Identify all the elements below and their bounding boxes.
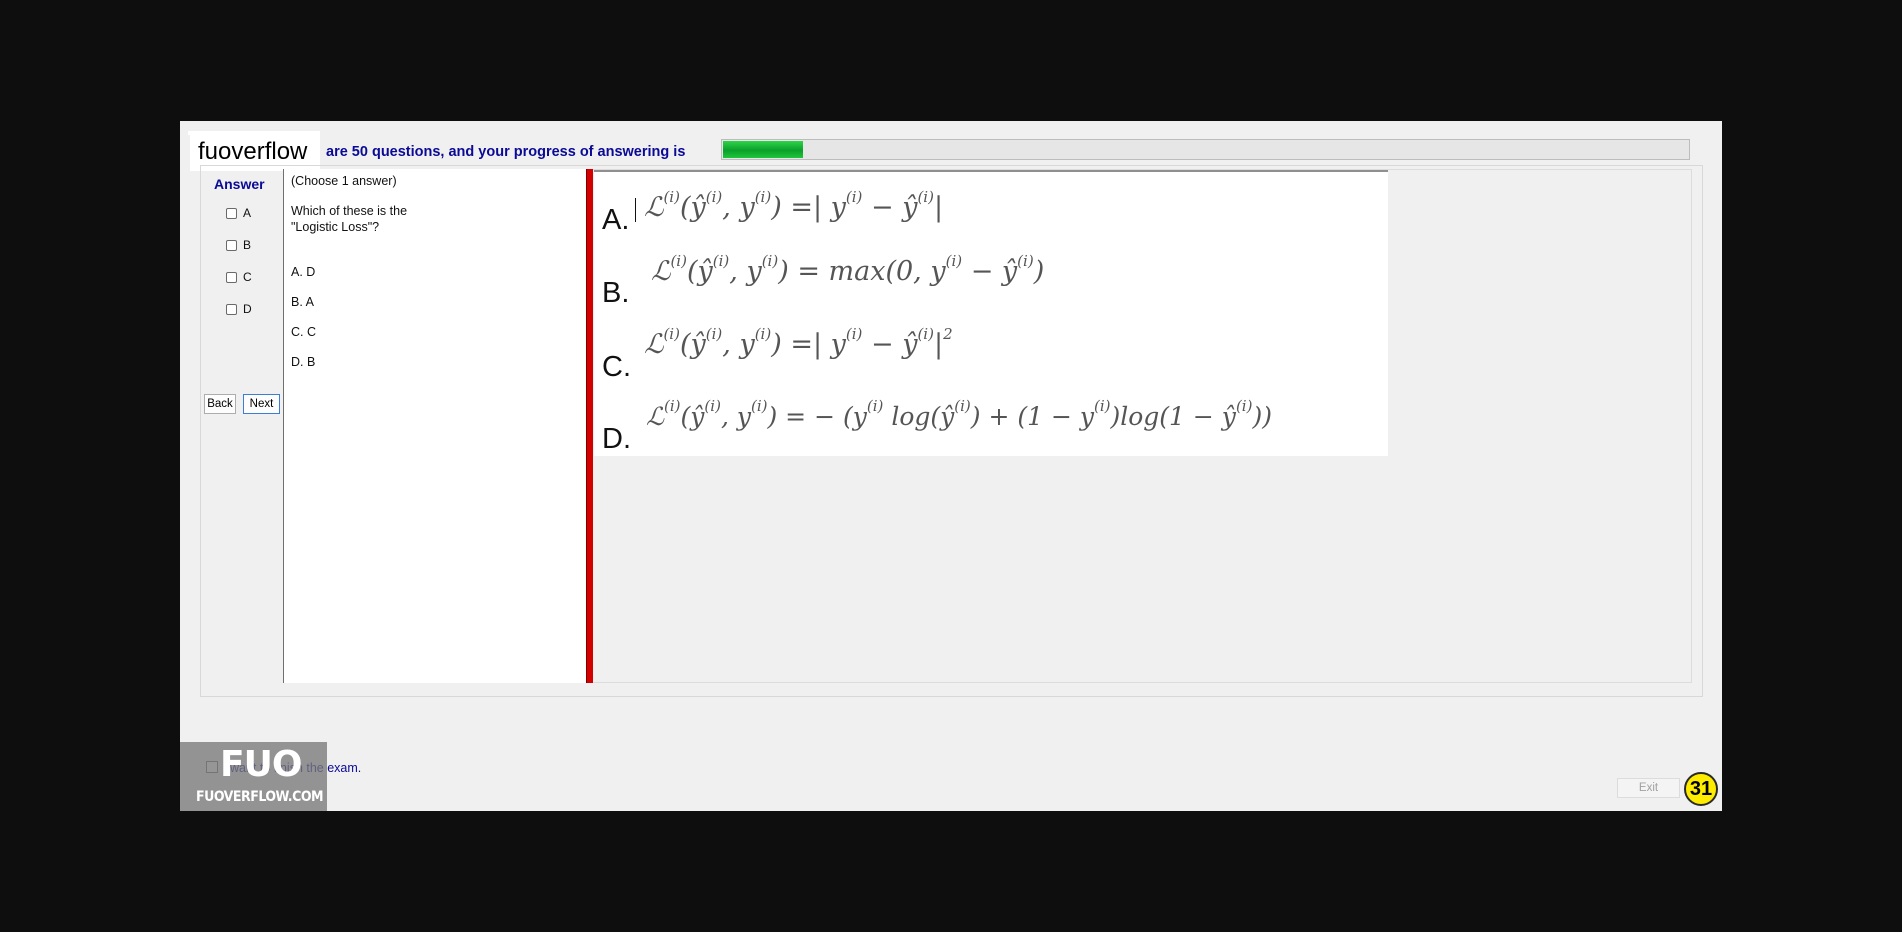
option-b[interactable]: B bbox=[226, 237, 251, 253]
choice-d: D. B bbox=[291, 355, 316, 369]
text-cursor bbox=[635, 198, 636, 222]
option-d-label: D bbox=[243, 302, 252, 316]
question-image: A. ℒ(i)(ŷ(i), y(i)) =| y(i) − ŷ(i)| B. ℒ… bbox=[594, 170, 1388, 456]
answer-title: Answer bbox=[214, 176, 265, 192]
back-button[interactable]: Back bbox=[204, 394, 236, 414]
option-a-checkbox[interactable] bbox=[226, 207, 237, 219]
exit-button[interactable]: Exit bbox=[1617, 778, 1680, 798]
watermark-brand: FUO bbox=[220, 744, 302, 785]
choice-a: A. D bbox=[291, 265, 316, 279]
option-b-label: B bbox=[243, 238, 252, 252]
panel-splitter[interactable] bbox=[586, 169, 593, 683]
timer-badge: 31 bbox=[1684, 772, 1718, 806]
option-a[interactable]: A bbox=[226, 205, 251, 221]
formula-letter-c: C. bbox=[602, 351, 631, 383]
option-d[interactable]: D bbox=[226, 301, 252, 317]
option-c-label: C bbox=[243, 270, 252, 284]
progress-fill bbox=[723, 141, 803, 158]
formula-c: ℒ(i)(ŷ(i), y(i)) =| y(i) − ŷ(i)|2 bbox=[644, 325, 953, 360]
option-b-checkbox[interactable] bbox=[226, 239, 237, 251]
exam-window: fuoverflow are 50 questions, and your pr… bbox=[180, 121, 1722, 811]
formula-letter-d: D. bbox=[602, 423, 631, 455]
next-button[interactable]: Next bbox=[243, 394, 280, 414]
question-text-line2: "Logistic Loss"? bbox=[291, 220, 380, 234]
question-instruction: (Choose 1 answer) bbox=[291, 174, 397, 188]
formula-b: ℒ(i)(ŷ(i), y(i)) = max(0, y(i) − ŷ(i)) bbox=[651, 252, 1045, 287]
choice-b: B. A bbox=[291, 295, 314, 309]
question-text-line1: Which of these is the bbox=[291, 204, 408, 218]
question-panel: (Choose 1 answer) Which of these is the … bbox=[283, 169, 587, 683]
option-a-label: A bbox=[243, 206, 252, 220]
progress-bar bbox=[721, 139, 1690, 160]
formula-d: ℒ(i)(ŷ(i), y(i)) = − (y(i) log(ŷ(i)) + (… bbox=[646, 397, 1272, 431]
formula-letter-a: A. bbox=[602, 204, 630, 236]
progress-label: are 50 questions, and your progress of a… bbox=[326, 144, 686, 160]
formula-a: ℒ(i)(ŷ(i), y(i)) =| y(i) − ŷ(i)| bbox=[644, 188, 944, 223]
option-d-checkbox[interactable] bbox=[226, 303, 237, 315]
watermark-site: FUOVERFLOW.COM bbox=[196, 789, 324, 805]
option-c[interactable]: C bbox=[226, 269, 252, 285]
choice-c: C. C bbox=[291, 325, 316, 339]
watermark-logo: FUO FUOVERFLOW.COM bbox=[180, 742, 327, 811]
formula-letter-b: B. bbox=[602, 277, 630, 309]
option-c-checkbox[interactable] bbox=[226, 271, 237, 283]
